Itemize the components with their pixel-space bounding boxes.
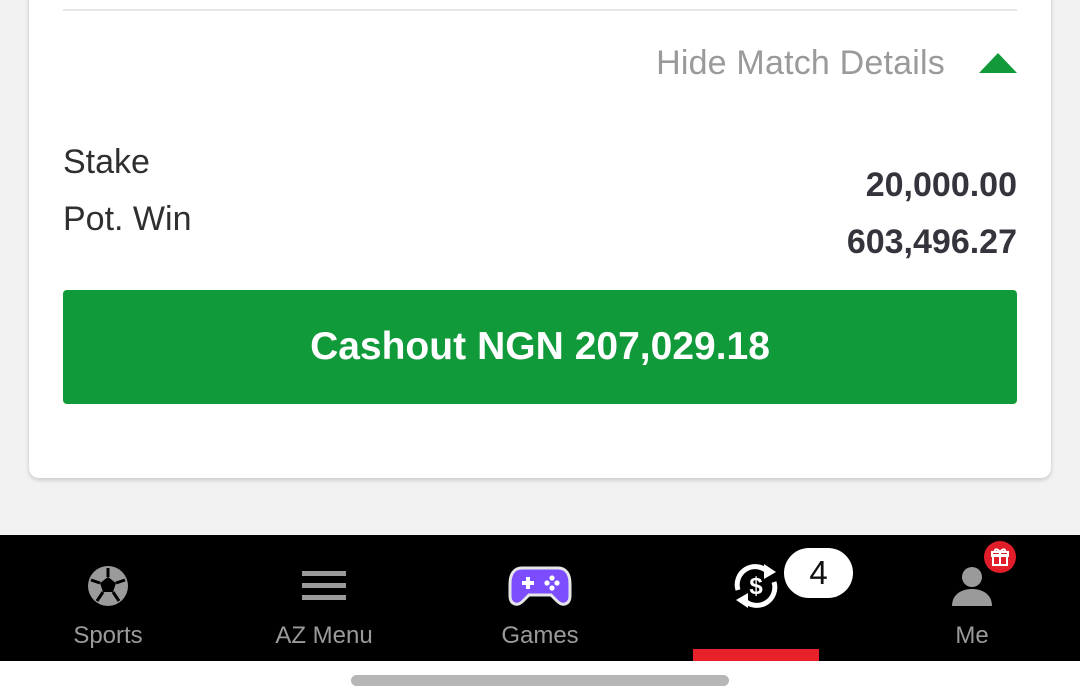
cashout-prefix: Cashout (310, 325, 467, 368)
card-divider (63, 9, 1017, 11)
gamepad-icon (508, 563, 572, 609)
svg-text:$: $ (749, 573, 763, 600)
nav-label-az-menu: AZ Menu (275, 622, 373, 649)
caret-up-icon (979, 53, 1017, 73)
bottom-navigation: Sports AZ Menu Games $ Me (0, 535, 1080, 661)
stake-label: Stake (63, 143, 150, 181)
potential-win-value: 603,496.27 (846, 223, 1017, 261)
nav-label-sports: Sports (73, 622, 143, 649)
cashout-icon: $ (724, 563, 788, 609)
soccer-ball-icon (76, 563, 140, 609)
gift-icon (984, 541, 1016, 573)
cashout-currency: NGN (477, 325, 564, 368)
potential-win-label: Pot. Win (63, 200, 192, 238)
hide-match-details-toggle[interactable]: Hide Match Details (656, 38, 1017, 88)
bet-details-page: Hide Match Details Stake Pot. Win 20,000… (0, 0, 1080, 700)
open-bets-count-badge: 4 (784, 548, 853, 598)
stake-value: 20,000.00 (865, 166, 1017, 204)
menu-icon (292, 563, 356, 609)
hide-match-details-label: Hide Match Details (656, 43, 945, 82)
cashout-button[interactable]: Cashout NGN 207,029.18 (63, 290, 1017, 404)
active-tab-indicator (693, 649, 819, 661)
nav-item-sports[interactable]: Sports (48, 535, 168, 661)
home-indicator[interactable] (351, 675, 729, 686)
nav-label-games: Games (501, 622, 579, 649)
cashout-amount: 207,029.18 (574, 325, 770, 368)
nav-item-games[interactable]: Games (470, 535, 610, 661)
nav-label-me: Me (955, 622, 989, 649)
nav-item-az-menu[interactable]: AZ Menu (254, 535, 394, 661)
